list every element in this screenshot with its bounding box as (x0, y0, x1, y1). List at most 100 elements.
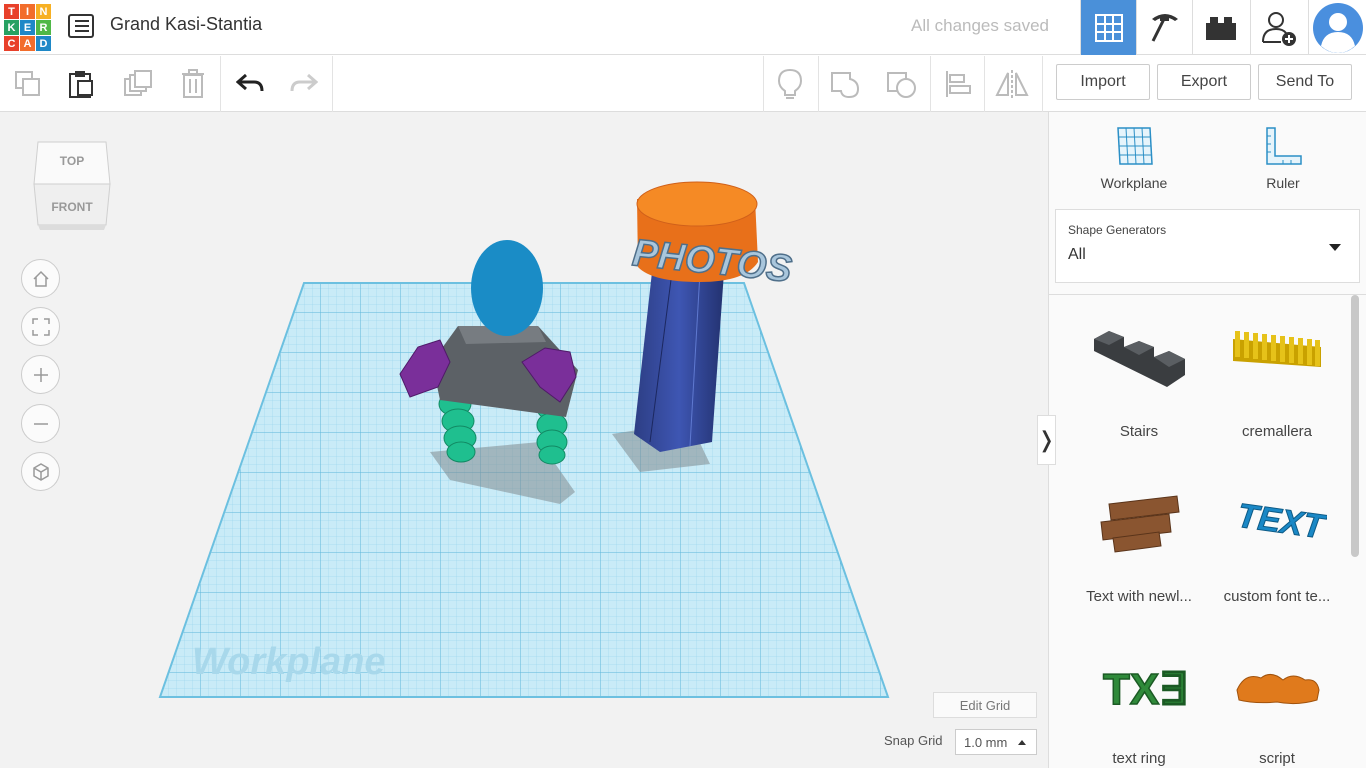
chevron-right-icon: ❭ (1037, 427, 1056, 452)
collapse-panel-button[interactable]: ❭ (1037, 415, 1056, 465)
redo-button[interactable] (284, 64, 324, 104)
snap-grid-label: Snap Grid (884, 733, 943, 748)
group-icon (831, 72, 860, 99)
grid-view-icon (1094, 13, 1123, 42)
align-icon (946, 71, 971, 97)
logo-letter: K (4, 20, 19, 35)
edit-grid-button[interactable]: Edit Grid (933, 692, 1037, 718)
logo-letter: A (20, 36, 35, 51)
ruler-tool-label: Ruler (1266, 175, 1300, 191)
text-newline-shape-icon (1100, 495, 1180, 553)
zoom-in-button[interactable] (21, 355, 60, 394)
custom-font-text-shape-icon: TEXT (1234, 496, 1327, 547)
edit-toolbar: Import Export Send To (0, 56, 1366, 112)
snap-grid-value: 1.0 mm (964, 734, 1008, 750)
avatar (1312, 2, 1363, 53)
shape-label: text ring (1112, 750, 1166, 767)
logo-letter: E (20, 20, 35, 35)
dropdown-caption: Shape Generators (1068, 223, 1167, 237)
home-view-button[interactable] (21, 259, 60, 298)
workplane-watermark: Workplane (192, 641, 386, 683)
shape-item-custom-font-text[interactable]: TEXT custom font te... (1208, 482, 1346, 612)
zoom-out-button[interactable] (21, 404, 60, 443)
workplane-icon (1117, 127, 1153, 165)
copy-button[interactable] (8, 64, 48, 104)
snap-grid-select[interactable]: 1.0 mm (955, 729, 1037, 755)
3d-view-button[interactable] (1080, 0, 1136, 55)
shapes-panel: Workplane Ruler Shape Generators All Sta… (1048, 112, 1366, 768)
logo-letter: T (4, 4, 19, 19)
rack-shape-icon (1233, 331, 1321, 367)
viewcube-front-label: FRONT (51, 200, 93, 214)
trash-icon (182, 69, 204, 98)
shape-item-stairs[interactable]: Stairs (1070, 317, 1208, 447)
project-title[interactable]: Grand Kasi-Stantia (110, 14, 262, 35)
shape-item-text-ring[interactable]: TX∃ text ring (1070, 644, 1208, 768)
profile-button[interactable] (1308, 0, 1366, 55)
plus-icon (33, 367, 48, 382)
fit-view-button[interactable] (21, 307, 60, 346)
import-button[interactable]: Import (1056, 64, 1150, 100)
export-button[interactable]: Export (1157, 64, 1251, 100)
align-button[interactable] (938, 64, 978, 104)
ruler-icon (1266, 127, 1302, 165)
bricks-button[interactable] (1192, 0, 1248, 55)
ungroup-button[interactable] (882, 64, 922, 104)
shape-item-text-newline[interactable]: Text with newl... (1070, 482, 1208, 612)
workplane-tool-label: Workplane (1100, 175, 1168, 191)
notes-button[interactable] (770, 64, 810, 104)
svg-text:TEXT: TEXT (1235, 497, 1327, 547)
3d-viewport[interactable]: TOP FRONT Workplane PHOTOS Edit Grid Sna… (0, 112, 1048, 768)
shape-label: cremallera (1241, 423, 1313, 440)
redo-icon (290, 73, 318, 92)
shape-label: Stairs (1119, 423, 1159, 440)
invite-user-button[interactable] (1250, 0, 1306, 55)
mirror-button[interactable] (992, 64, 1032, 104)
shape-label: Text with newl... (1086, 588, 1192, 605)
shape-category-dropdown[interactable]: Shape Generators All (1055, 209, 1360, 283)
shape-item-cremallera[interactable]: cremallera (1208, 317, 1346, 447)
scene-canvas[interactable]: TOP FRONT Workplane PHOTOS (0, 112, 1048, 768)
logo-letter: D (36, 36, 51, 51)
undo-button[interactable] (230, 64, 270, 104)
mirror-icon (995, 70, 1029, 98)
shape-label: script (1259, 750, 1295, 767)
pickaxe-icon (1151, 13, 1178, 42)
duplicate-button[interactable] (118, 64, 158, 104)
duplicate-icon (124, 70, 152, 96)
undo-icon (236, 73, 264, 92)
script-shape-icon (1236, 674, 1320, 705)
shape-label: custom font te... (1223, 588, 1331, 605)
caret-up-icon (1018, 740, 1026, 745)
logo-letter: R (36, 20, 51, 35)
perspective-button[interactable] (21, 452, 60, 491)
logo-letter: I (20, 4, 35, 19)
group-button[interactable] (826, 64, 866, 104)
cube-icon (32, 462, 49, 481)
view-cube[interactable]: TOP FRONT (33, 141, 111, 230)
dropdown-value: All (1068, 246, 1086, 263)
shape-item-script[interactable]: script (1208, 644, 1346, 768)
logo-letter: N (36, 4, 51, 19)
paste-icon (69, 71, 93, 98)
design-menu-icon[interactable] (68, 14, 94, 38)
caret-down-icon (1329, 244, 1341, 251)
stairs-shape-icon (1094, 331, 1185, 387)
ungroup-icon (887, 72, 916, 98)
save-status: All changes saved (911, 16, 1049, 35)
copy-icon (15, 71, 40, 96)
ruler-tool[interactable]: Ruler (1233, 126, 1333, 191)
panel-scrollbar[interactable] (1351, 295, 1359, 557)
delete-button[interactable] (173, 64, 213, 104)
tinkercad-logo[interactable]: TIN KER CAD (4, 4, 51, 51)
viewcube-top-label: TOP (60, 154, 84, 168)
lightbulb-icon (777, 68, 803, 99)
paste-button[interactable] (61, 64, 101, 104)
logo-letter: C (4, 36, 19, 51)
home-icon (32, 270, 49, 287)
send-to-button[interactable]: Send To (1258, 64, 1352, 100)
workplane-tool[interactable]: Workplane (1084, 126, 1184, 191)
blocks-button[interactable] (1136, 0, 1192, 55)
add-user-icon (1261, 11, 1296, 46)
text-ring-shape-icon: TX∃ (1102, 664, 1188, 715)
